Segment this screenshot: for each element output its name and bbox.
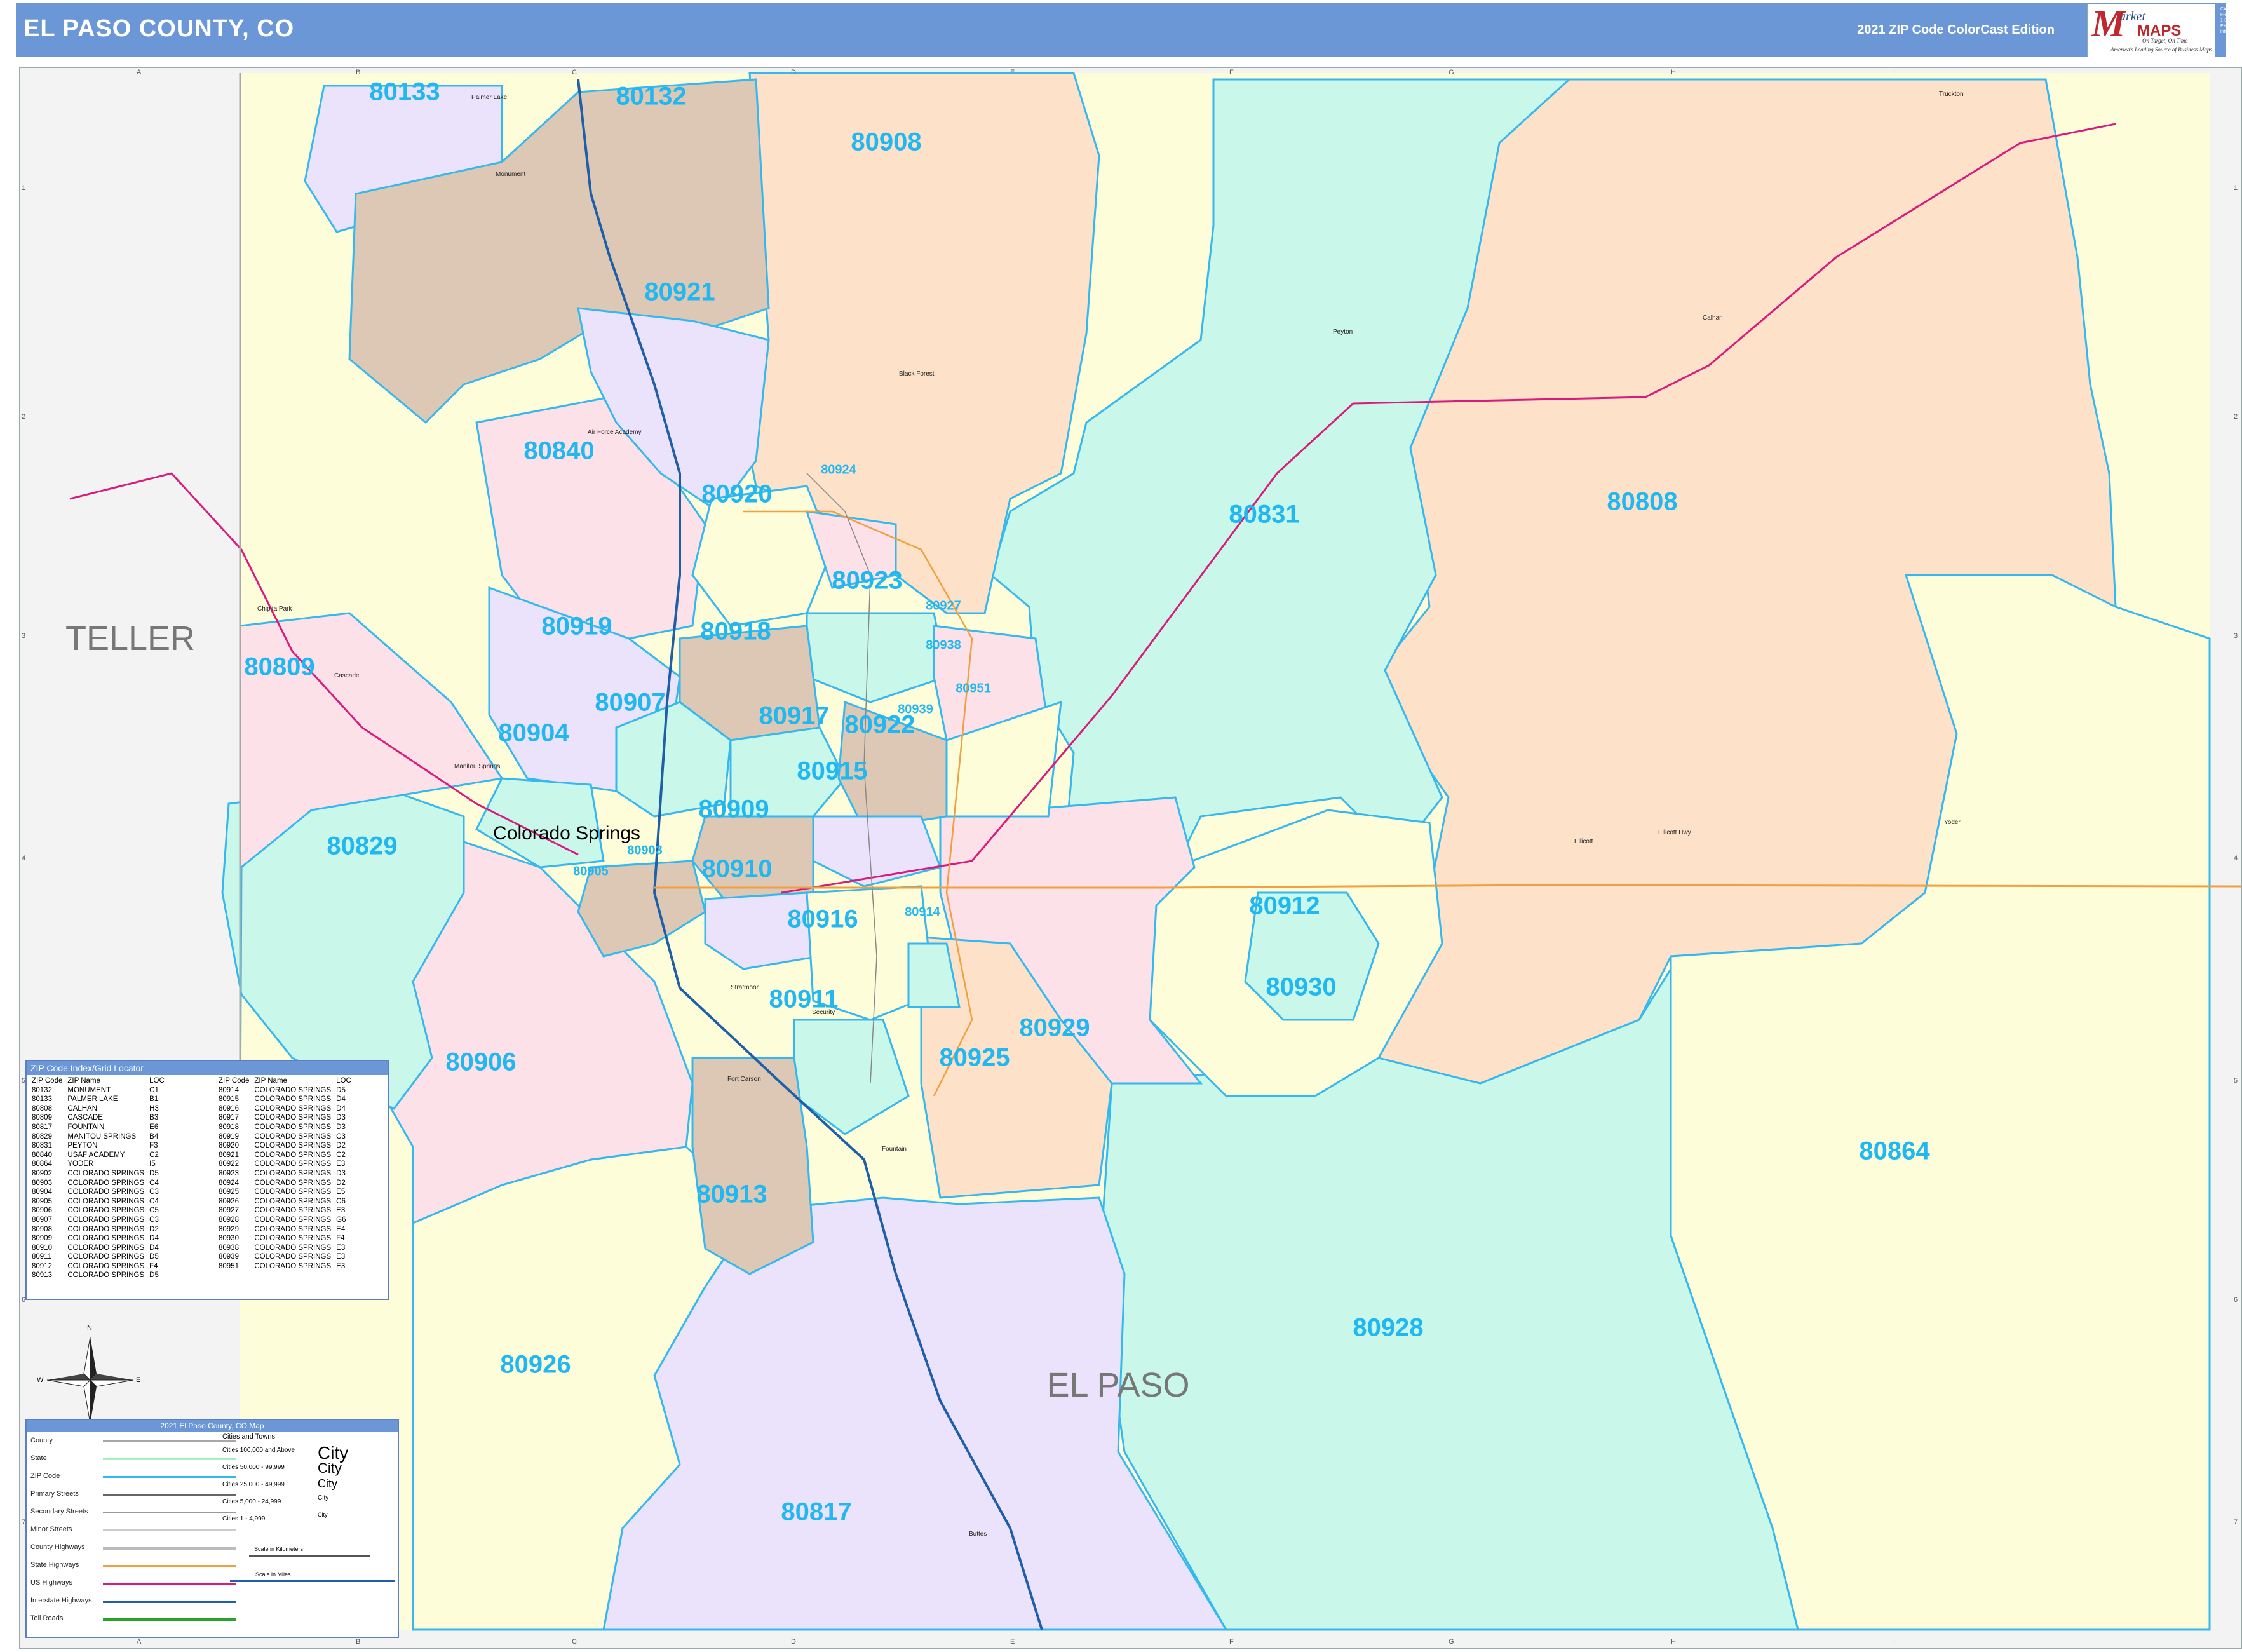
legend-toll-roads: Toll Roads [30,1615,64,1622]
legend-city-class-3: Cities 5,000 - 24,999 [222,1498,281,1505]
edition-label: 2021 ZIP Code ColorCast Edition [1857,23,2055,37]
legend-us-highways: US Highways [30,1579,73,1587]
zip-index-row: 80916 COLORADO SPRINGS D4 [219,1104,346,1113]
legend-swatch-2 [103,1476,236,1478]
zip-index-row: 80904 COLORADO SPRINGS C3 [32,1188,159,1196]
zip-index-row: 80923 COLORADO SPRINGS D3 [219,1169,346,1177]
zip-index-row: 80910 COLORADO SPRINGS D4 [32,1243,159,1252]
zip-index-row: 80920 COLORADO SPRINGS D2 [219,1142,346,1150]
col-loc: LOC [336,1077,351,1085]
legend-city-sample-4: City [318,1512,328,1518]
col-zip-code: ZIP Code [219,1077,250,1085]
zip-index-row: 80132 MONUMENT C1 [32,1086,159,1094]
legend-city-class-1: Cities 50,000 - 99,999 [222,1464,285,1471]
col-zip-name: ZIP Name [67,1077,100,1085]
scale-km-label: Scale in Kilometers [254,1546,304,1552]
legend-county: County [30,1437,53,1444]
zip-index-title: ZIP Code Index/Grid Locator [27,1061,388,1075]
legend-swatch-6 [103,1547,236,1550]
zip-index-row: 80907 COLORADO SPRINGS C3 [32,1215,159,1224]
col-loc: LOC [149,1077,165,1085]
map-legend: 2021 El Paso County, CO Map County State Z… [25,1419,399,1638]
col-zip-code: ZIP Code [32,1077,63,1085]
zip-index-row: 80929 COLORADO SPRINGS E4 [219,1225,346,1233]
zip-index-row: 80817 FOUNTAIN E6 [32,1123,159,1131]
legend-city-class-2: Cities 25,000 - 49,999 [222,1481,285,1488]
zip-index-row: 80912 COLORADO SPRINGS F4 [32,1262,158,1270]
zip-index-row: 80925 COLORADO SPRINGS E5 [219,1188,346,1196]
zip-index-row: 80809 CASCADE B3 [32,1114,159,1122]
cities-header: Cities and Towns [222,1433,275,1440]
legend-swatch-1 [103,1458,236,1460]
legend-swatch-0 [103,1440,236,1442]
zip-index-row: 80133 PALMER LAKE B1 [32,1095,159,1104]
zip-index-row: 80938 COLORADO SPRINGS E3 [219,1243,346,1252]
zip-index-row: 80918 COLORADO SPRINGS D3 [219,1123,346,1131]
legend-primary-streets: Primary Streets [30,1490,79,1498]
zip-index-row: 80906 COLORADO SPRINGS C5 [32,1207,159,1215]
scale-mi-bar [230,1580,395,1582]
legend-swatch-4 [103,1512,236,1513]
zip-index-row: 80911 COLORADO SPRINGS D5 [32,1253,159,1261]
zip-index-row: 80926 COLORADO SPRINGS C6 [219,1197,346,1205]
zip-index-row: 80919 COLORADO SPRINGS C3 [219,1132,346,1141]
scale-mi-label: Scale in Miles [255,1571,291,1578]
legend-county-highways: County Highways [30,1543,85,1551]
zip-index-row: 80928 COLORADO SPRINGS G6 [219,1215,346,1224]
zip-index-row: 80840 USAF ACADEMY C2 [32,1151,159,1159]
map-frame [19,67,2242,1649]
zip-index-row: 80913 COLORADO SPRINGS D5 [32,1271,159,1280]
zip-index-row: 80917 COLORADO SPRINGS D3 [219,1114,346,1122]
zip-index-row: 80922 COLORADO SPRINGS E3 [219,1160,346,1168]
zip-index-row: 80921 COLORADO SPRINGS C2 [219,1151,346,1159]
market-maps-logo[interactable]: M arket MAPS On Target, On Time America'… [2087,3,2215,57]
zip-code-index: ZIP Code Index/Grid Locator ZIP Code ZIP… [25,1060,389,1300]
col-zip-name: ZIP Name [254,1077,287,1085]
zip-index-row: 80939 COLORADO SPRINGS E3 [219,1253,346,1261]
legend-swatch-5 [103,1529,236,1531]
map-header: EL PASO COUNTY, CO 2021 ZIP Code ColorCa… [16,3,2242,57]
legend-swatch-7 [103,1565,236,1567]
legend-city-sample-1: City [318,1460,342,1476]
legend-state: State [30,1454,47,1462]
scale-km-bar [249,1555,370,1557]
zip-index-row: 80951 COLORADO SPRINGS E3 [219,1262,346,1270]
legend-city-class-0: Cities 100,000 and Above [222,1447,295,1454]
legend-state-highways: State Highways [30,1561,79,1569]
legend-swatch-3 [103,1494,236,1496]
legend-swatch-8 [103,1583,236,1585]
zip-index-row: 80903 COLORADO SPRINGS C4 [32,1179,159,1187]
legend-title: 2021 El Paso County, CO Map [27,1420,398,1432]
legend-secondary-streets: Secondary Streets [30,1508,88,1515]
zip-index-row: 80908 COLORADO SPRINGS D2 [32,1225,159,1233]
zip-index-row: 80930 COLORADO SPRINGS F4 [219,1235,345,1243]
zip-index-row: 80905 COLORADO SPRINGS C4 [32,1197,159,1205]
legend-zip-code: ZIP Code [30,1472,60,1480]
legend-interstate-highways: Interstate Highways [30,1597,92,1604]
legend-swatch-10 [103,1618,236,1621]
compass-rose-icon: N S W E [37,1324,141,1432]
legend-minor-streets: Minor Streets [30,1526,72,1533]
legend-city-sample-2: City [318,1477,337,1490]
legend-swatch-9 [103,1601,236,1603]
zip-index-row: 80909 COLORADO SPRINGS D4 [32,1235,159,1243]
zip-index-row: 80902 COLORADO SPRINGS D5 [32,1169,159,1177]
zip-index-row: 80927 COLORADO SPRINGS E3 [219,1207,346,1215]
contact-info: CALL US TOLL FREE1-800-334-4445EMAIL US … [2220,7,2242,34]
zip-index-row: 80915 COLORADO SPRINGS D4 [219,1095,346,1104]
zip-index-row: 80829 MANITOU SPRINGS B4 [32,1132,159,1141]
legend-city-class-4: Cities 1 - 4,999 [222,1515,266,1522]
zip-index-table-right: ZIP Code ZIP Name LOC 80914 COLORADO SPRI… [216,1076,354,1271]
zip-index-row: 80808 CALHAN H3 [32,1104,159,1113]
zip-index-table-left: ZIP Code ZIP Name LOC 80132 MONUMENT C1 801… [29,1076,167,1280]
zip-index-row: 80864 YODER I5 [32,1160,156,1168]
zip-index-row: 80831 PEYTON F3 [32,1142,158,1150]
map-title: EL PASO COUNTY, CO [24,15,295,42]
zip-index-row: 80924 COLORADO SPRINGS D2 [219,1179,346,1187]
legend-city-sample-3: City [318,1494,329,1501]
zip-index-row: 80914 COLORADO SPRINGS D5 [219,1086,346,1094]
